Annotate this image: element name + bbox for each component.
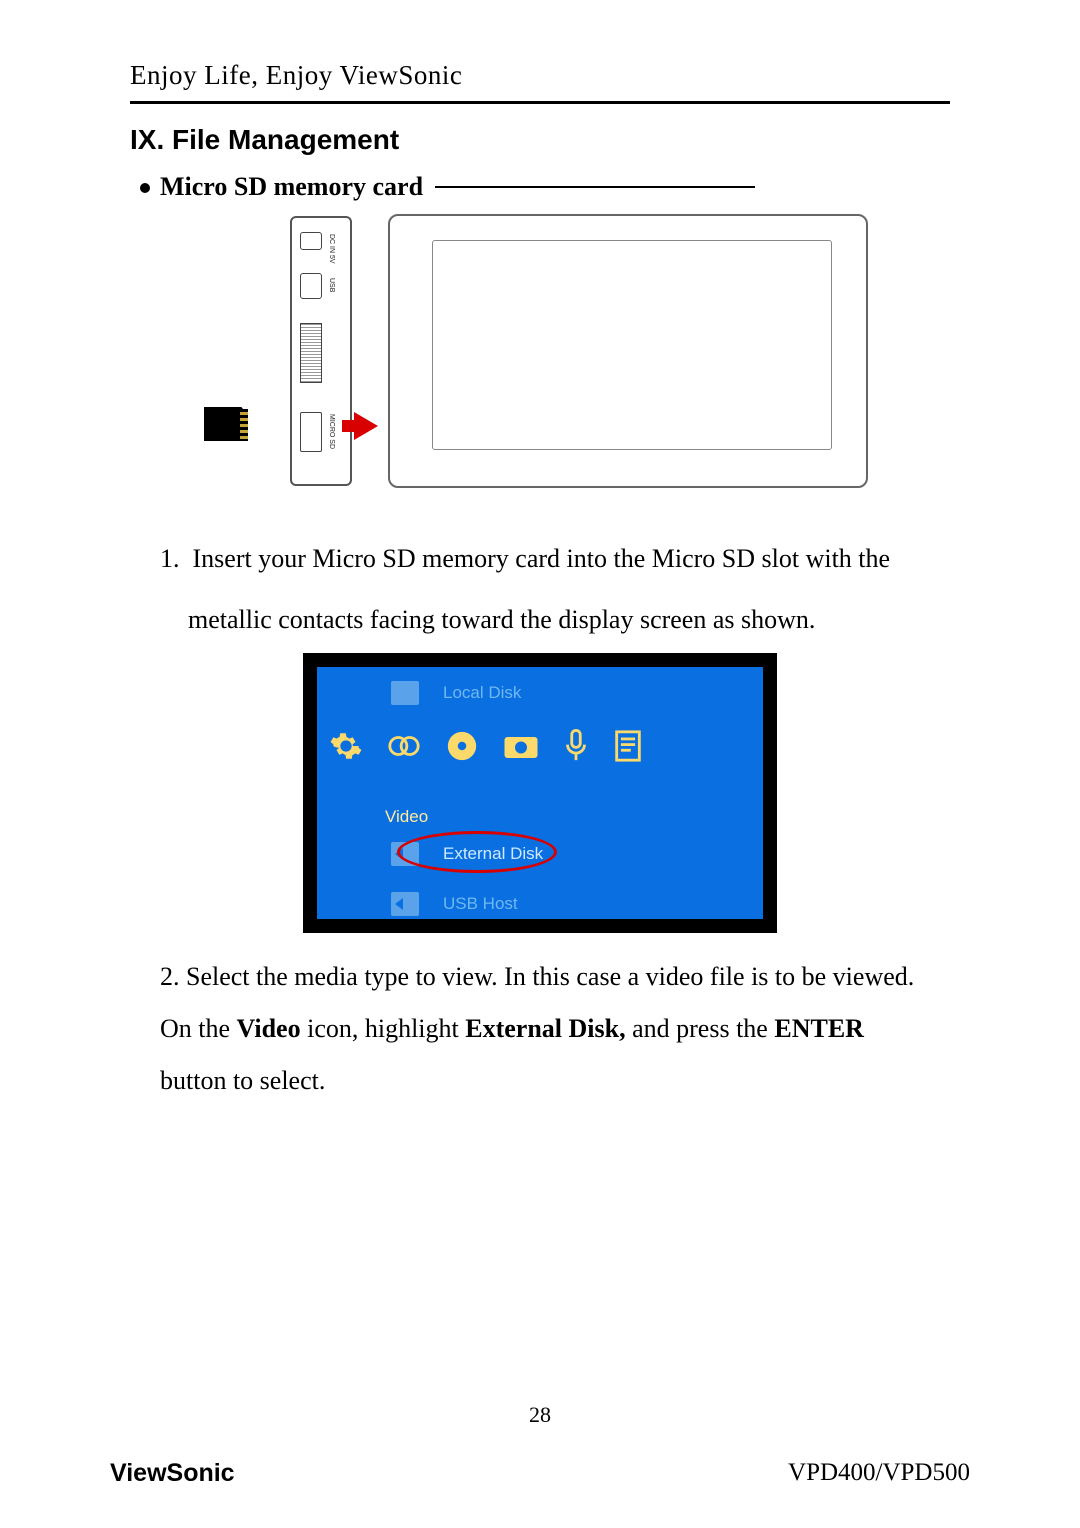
page-footer: ViewSonic VPD400/VPD500: [110, 1459, 970, 1488]
ui-screenshot: Local Disk: [303, 653, 777, 933]
dc-in-port-icon: [300, 232, 322, 250]
device-diagram: DC IN 5V USB MICRO SD: [170, 212, 890, 502]
page-number: 28: [0, 1402, 1080, 1428]
insert-arrow-icon: [354, 412, 378, 440]
mic-icon: [563, 729, 589, 763]
media-icons-row: [329, 729, 643, 763]
photo-icon: [503, 732, 539, 760]
local-disk-label: Local Disk: [443, 683, 521, 703]
step-2-number: 2.: [160, 962, 180, 991]
device-front-view: [388, 214, 868, 488]
footer-brand: ViewSonic: [110, 1459, 235, 1488]
subsection-title: Micro SD memory card: [160, 172, 423, 202]
step-1: 1. Insert your Micro SD memory card into…: [160, 532, 950, 587]
s2b-bold-video: Video: [237, 1014, 301, 1043]
usb-host-row: USB Host: [391, 892, 518, 916]
step-2-text-a: Select the media type to view. In this c…: [186, 962, 914, 991]
s2b-bold-external: External Disk,: [465, 1014, 625, 1043]
s2b-mid2: and press the: [626, 1014, 775, 1043]
subsection-rule: [435, 186, 755, 188]
usb-host-label: USB Host: [443, 894, 518, 914]
microsd-pins-icon: [240, 409, 248, 439]
subsection-row: Micro SD memory card: [140, 172, 950, 202]
step-1-number: 1.: [160, 544, 180, 573]
external-disk-icon: [391, 842, 419, 866]
external-disk-label: External Disk: [443, 844, 543, 864]
music-icon: [445, 729, 479, 763]
usb-label: USB: [328, 278, 335, 292]
footer-model: VPD400/VPD500: [788, 1459, 970, 1488]
local-disk-row: Local Disk: [391, 681, 521, 705]
page-header: Enjoy Life, Enjoy ViewSonic: [130, 60, 950, 91]
usb-host-icon: [391, 892, 419, 916]
dc-in-label: DC IN 5V: [328, 234, 335, 264]
step-1-line-a: Insert your Micro SD memory card into th…: [193, 544, 891, 573]
device-side-view: DC IN 5V USB MICRO SD: [290, 216, 352, 486]
header-rule: [130, 101, 950, 104]
usb-port-icon: [300, 273, 322, 299]
speaker-grill-icon: [300, 323, 322, 383]
s2b-bold-enter: ENTER: [774, 1014, 864, 1043]
screen-outline-icon: [432, 240, 832, 450]
disk-icon: [391, 681, 419, 705]
video-icon: [387, 729, 421, 763]
video-label: Video: [385, 807, 428, 827]
bullet-icon: [140, 183, 150, 193]
section-title: IX. File Management: [130, 124, 950, 156]
microsd-slot-icon: [300, 412, 322, 452]
text-icon: [613, 729, 643, 763]
s2b-pre: On the: [160, 1014, 237, 1043]
settings-icon: [329, 729, 363, 763]
microsd-label: MICRO SD: [328, 414, 335, 449]
s2b-mid: icon, highlight: [301, 1014, 466, 1043]
step-2-line-b: On the Video icon, highlight External Di…: [160, 1003, 950, 1055]
external-disk-row: External Disk: [391, 842, 543, 866]
step-2-line-c: button to select.: [160, 1055, 950, 1107]
step-1-line-b: metallic contacts facing toward the disp…: [188, 593, 950, 648]
step-2-line-a: 2. Select the media type to view. In thi…: [160, 951, 950, 1003]
